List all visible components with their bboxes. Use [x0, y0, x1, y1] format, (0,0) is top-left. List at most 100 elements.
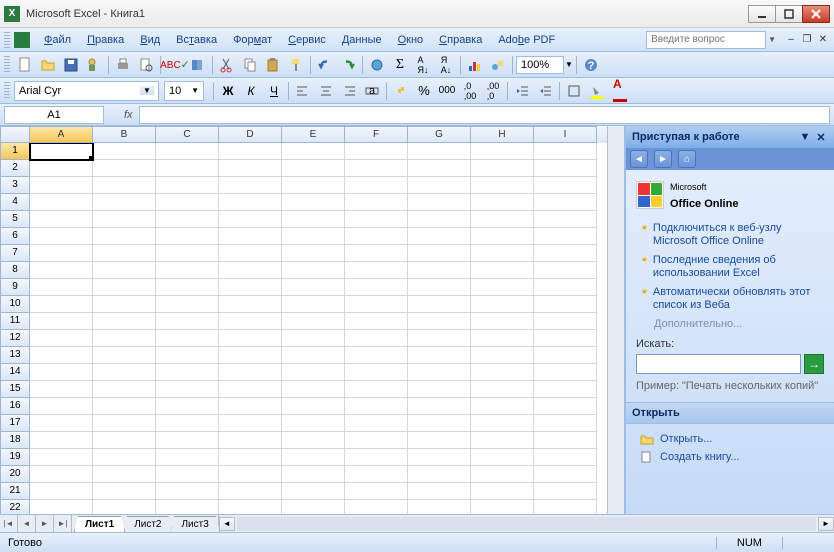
cell[interactable] [30, 347, 93, 364]
cell[interactable] [219, 160, 282, 177]
cell[interactable] [93, 296, 156, 313]
cell[interactable] [345, 500, 408, 514]
sort-desc-button[interactable]: ЯА↓ [435, 54, 457, 76]
cell[interactable] [156, 398, 219, 415]
cell[interactable] [156, 262, 219, 279]
create-workbook-link[interactable]: Создать книгу... [636, 448, 824, 466]
cell[interactable] [219, 398, 282, 415]
sheet-nav-last-button[interactable]: ►| [54, 515, 72, 532]
cell[interactable] [282, 500, 345, 514]
cell[interactable] [93, 432, 156, 449]
decrease-decimal-button[interactable]: ,00,0 [482, 80, 504, 102]
cell[interactable] [282, 245, 345, 262]
cell[interactable] [534, 143, 597, 160]
cut-button[interactable] [216, 54, 238, 76]
menu-данные[interactable]: Данные [334, 31, 390, 49]
doc-minimize-button[interactable]: – [784, 33, 798, 47]
help-button[interactable]: ? [580, 54, 602, 76]
cell[interactable] [282, 398, 345, 415]
cell[interactable] [93, 500, 156, 514]
cell[interactable] [219, 381, 282, 398]
cell[interactable] [534, 194, 597, 211]
increase-decimal-button[interactable]: ,0,00 [459, 80, 481, 102]
cell[interactable] [408, 415, 471, 432]
copy-button[interactable] [239, 54, 261, 76]
row-header[interactable]: 3 [0, 177, 30, 194]
paste-button[interactable] [262, 54, 284, 76]
cell[interactable] [93, 330, 156, 347]
align-left-button[interactable] [292, 80, 314, 102]
cell[interactable] [345, 432, 408, 449]
cell[interactable] [471, 228, 534, 245]
undo-button[interactable] [314, 54, 336, 76]
cell[interactable] [534, 160, 597, 177]
cell[interactable] [156, 160, 219, 177]
cell[interactable] [30, 381, 93, 398]
cell[interactable] [93, 143, 156, 160]
cell[interactable] [30, 432, 93, 449]
format-painter-button[interactable] [285, 54, 307, 76]
cell[interactable] [345, 262, 408, 279]
column-header[interactable]: B [93, 126, 156, 143]
cell[interactable] [282, 364, 345, 381]
cell[interactable] [30, 262, 93, 279]
cell[interactable] [408, 313, 471, 330]
cell[interactable] [408, 381, 471, 398]
cell[interactable] [156, 347, 219, 364]
cell[interactable] [534, 313, 597, 330]
sheet-nav-first-button[interactable]: |◄ [0, 515, 18, 532]
borders-button[interactable] [563, 80, 585, 102]
menu-adobe pdf[interactable]: Adobe PDF [490, 31, 563, 49]
drawing-toolbar-button[interactable] [487, 54, 509, 76]
cell[interactable] [534, 449, 597, 466]
bold-button[interactable]: Ж [217, 80, 239, 102]
column-header[interactable]: C [156, 126, 219, 143]
row-header[interactable]: 14 [0, 364, 30, 381]
cell[interactable] [219, 415, 282, 432]
cell[interactable] [408, 177, 471, 194]
cell[interactable] [408, 160, 471, 177]
cell[interactable] [156, 364, 219, 381]
cell[interactable] [156, 466, 219, 483]
cell[interactable] [156, 296, 219, 313]
cell[interactable] [282, 432, 345, 449]
close-button[interactable] [802, 5, 830, 23]
cell[interactable] [219, 466, 282, 483]
cell[interactable] [345, 364, 408, 381]
cell[interactable] [534, 262, 597, 279]
currency-button[interactable] [390, 80, 412, 102]
toolbar-grip[interactable] [4, 82, 10, 100]
taskpane-search-input[interactable] [636, 354, 801, 374]
cell[interactable] [282, 143, 345, 160]
cell[interactable] [471, 398, 534, 415]
cell[interactable] [471, 415, 534, 432]
font-combo[interactable]: Arial Cyr▼ [14, 81, 159, 101]
select-all-corner[interactable] [0, 126, 30, 143]
cell[interactable] [345, 415, 408, 432]
cell[interactable] [156, 279, 219, 296]
cell[interactable] [219, 313, 282, 330]
formula-bar[interactable] [139, 106, 830, 124]
cell[interactable] [471, 313, 534, 330]
zoom-combo[interactable]: 100% [516, 56, 564, 74]
minimize-button[interactable] [748, 5, 776, 23]
cell[interactable] [156, 313, 219, 330]
row-header[interactable]: 21 [0, 483, 30, 500]
row-header[interactable]: 22 [0, 500, 30, 514]
cell[interactable] [534, 296, 597, 313]
cell[interactable] [534, 483, 597, 500]
taskpane-forward-button[interactable]: ► [654, 150, 672, 168]
cell[interactable] [345, 381, 408, 398]
cell[interactable] [93, 466, 156, 483]
cell[interactable] [534, 432, 597, 449]
cell[interactable] [282, 160, 345, 177]
cell[interactable] [345, 313, 408, 330]
menu-правка[interactable]: Правка [79, 31, 132, 49]
cell[interactable] [30, 313, 93, 330]
cell[interactable] [156, 415, 219, 432]
cell[interactable] [93, 228, 156, 245]
cell[interactable] [471, 211, 534, 228]
taskpane-close-button[interactable]: ✕ [814, 130, 828, 144]
cell[interactable] [30, 483, 93, 500]
cell[interactable] [93, 449, 156, 466]
